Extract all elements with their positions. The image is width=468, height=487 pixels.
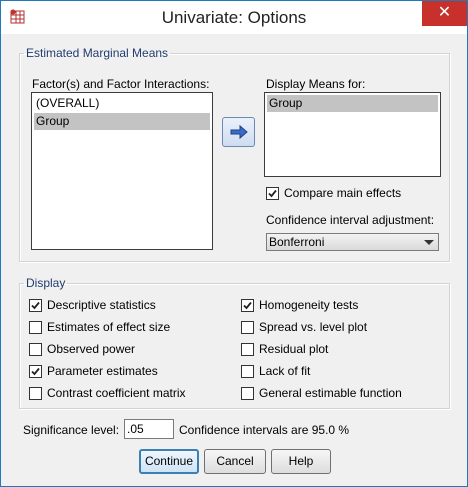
parameter-estimates-label: Parameter estimates: [47, 364, 158, 378]
effect-size-label: Estimates of effect size: [47, 320, 171, 334]
compare-main-effects-label: Compare main effects: [284, 186, 402, 200]
title-bar[interactable]: Univariate: Options ✕: [1, 1, 467, 34]
factor-item-overall[interactable]: (OVERALL): [34, 95, 210, 112]
window-title: Univariate: Options: [161, 8, 307, 27]
options-dialog: Univariate: Options ✕ Estimated Marginal…: [0, 0, 468, 487]
checkbox-checked-icon[interactable]: [266, 187, 279, 200]
confidence-interval-note: Confidence intervals are 95.0 %: [179, 423, 350, 437]
ci-adjustment-value: Bonferroni: [269, 235, 325, 249]
arrow-right-icon: [230, 124, 248, 140]
close-button[interactable]: ✕: [422, 1, 467, 26]
checkbox-unchecked-icon[interactable]: [29, 321, 42, 334]
factors-label: Factor(s) and Factor Interactions:: [32, 77, 210, 91]
display-means-label: Display Means for:: [266, 77, 366, 91]
estimated-marginal-means-legend: Estimated Marginal Means: [26, 46, 169, 60]
display-means-listbox[interactable]: Group: [264, 92, 441, 177]
checkbox-checked-icon[interactable]: [29, 365, 42, 378]
residual-plot-label: Residual plot: [259, 342, 329, 356]
chevron-down-icon[interactable]: [424, 240, 434, 245]
close-icon: ✕: [437, 4, 452, 21]
continue-button[interactable]: Continue: [139, 449, 199, 474]
significance-level-label: Significance level:: [23, 423, 120, 437]
checkbox-unchecked-icon[interactable]: [29, 343, 42, 356]
checkbox-unchecked-icon[interactable]: [29, 387, 42, 400]
contrast-coefficient-matrix-label: Contrast coefficient matrix: [47, 386, 186, 400]
display-legend: Display: [26, 276, 66, 290]
significance-level-input[interactable]: .05: [124, 419, 174, 439]
checkbox-checked-icon[interactable]: [241, 299, 254, 312]
general-estimable-function-label: General estimable function: [259, 386, 402, 400]
checkbox-unchecked-icon[interactable]: [241, 365, 254, 378]
cancel-button[interactable]: Cancel: [204, 449, 266, 474]
ci-adjustment-select[interactable]: Bonferroni: [266, 233, 439, 251]
help-button[interactable]: Help: [271, 449, 331, 474]
checkbox-unchecked-icon[interactable]: [241, 387, 254, 400]
spread-vs-level-plot-label: Spread vs. level plot: [259, 320, 368, 334]
descriptive-statistics-label: Descriptive statistics: [47, 298, 156, 312]
factor-item-group[interactable]: Group: [34, 113, 210, 130]
checkbox-unchecked-icon[interactable]: [241, 343, 254, 356]
move-to-display-means-button[interactable]: [222, 117, 255, 147]
observed-power-label: Observed power: [47, 342, 136, 356]
lack-of-fit-label: Lack of fit: [259, 364, 311, 378]
ci-adjustment-label: Confidence interval adjustment:: [266, 213, 435, 227]
homogeneity-tests-label: Homogeneity tests: [259, 298, 359, 312]
display-means-item-group[interactable]: Group: [267, 95, 438, 112]
checkbox-checked-icon[interactable]: [29, 299, 42, 312]
factors-listbox[interactable]: (OVERALL) Group: [31, 92, 213, 250]
checkbox-unchecked-icon[interactable]: [241, 321, 254, 334]
